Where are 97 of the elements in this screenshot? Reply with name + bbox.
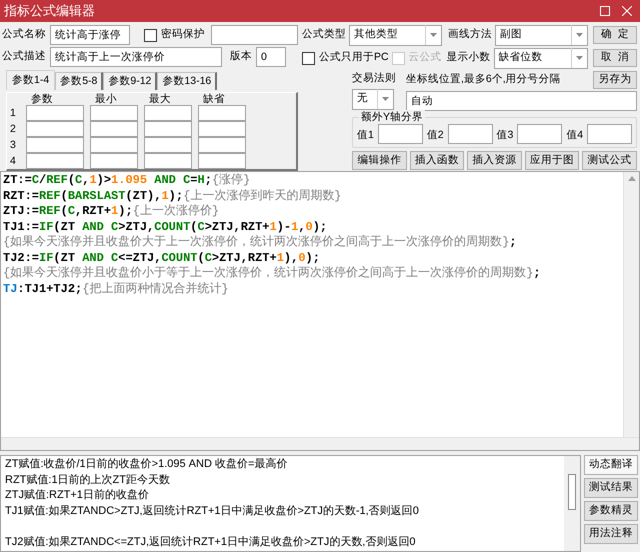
translation-line: TJ1赋值:如果ZTANDC>ZTJ,返回统计RZT+1日中满足收盘价>ZTJ的天数-1,否则返回0 <box>5 504 419 518</box>
text-field[interactable] <box>90 137 138 153</box>
checkbox-label: 密码保护 <box>161 27 205 42</box>
dropdown[interactable]: 其他类型 <box>349 24 442 46</box>
checkbox[interactable] <box>144 28 157 42</box>
horizontal-scrollbar[interactable] <box>1 437 639 450</box>
code-line: TJ:TJ1+TJ2;{把上面两种情况合并统计} <box>3 282 230 297</box>
text-field[interactable] <box>144 105 192 121</box>
vertical-scrollbar[interactable] <box>564 456 580 551</box>
text-field[interactable] <box>26 137 84 153</box>
field-label: 显示小数 <box>446 50 491 66</box>
button[interactable]: 插入资源 <box>467 151 522 170</box>
field-label: 公式描述 <box>2 49 46 64</box>
field-label: 交易法则 <box>352 71 396 86</box>
button[interactable]: 测试结果 <box>584 478 638 498</box>
row-number: 1 <box>10 106 17 121</box>
button[interactable]: 确 定 <box>593 26 637 44</box>
button[interactable]: 另存为 <box>593 71 637 89</box>
code-line: ZT:=C/REF(C,1)>1.095 AND C=H;{涨停} <box>3 173 252 188</box>
text-field[interactable]: 0 <box>256 47 286 67</box>
text-field[interactable] <box>90 105 138 121</box>
dropdown[interactable]: 缺省位数 <box>494 48 588 68</box>
text-field[interactable] <box>144 153 192 169</box>
dropdown[interactable]: 无 <box>352 88 394 110</box>
text-field[interactable] <box>448 124 492 144</box>
translation-line: RZT赋值:1日前的上次ZT距今天数 <box>5 472 170 488</box>
tab[interactable]: 参数9-12 <box>103 72 158 90</box>
button[interactable]: 插入函数 <box>410 151 464 170</box>
text-field[interactable] <box>211 25 298 45</box>
text-field[interactable] <box>378 124 423 144</box>
text-field[interactable] <box>587 124 632 144</box>
dropdown[interactable]: 副图 <box>495 24 588 46</box>
code-line: ZTJ:=REF(C,RZT+1);{上一次涨停价} <box>3 204 220 220</box>
text-field[interactable]: 自动 <box>406 91 637 111</box>
checkbox-label: 公式只用于PC <box>319 50 389 66</box>
row-number: 3 <box>10 138 17 153</box>
maximize-icon[interactable] <box>600 6 610 16</box>
caret-icon <box>382 97 389 102</box>
text-field[interactable] <box>144 137 192 153</box>
button[interactable]: 用法注释 <box>584 524 638 544</box>
field-label: 值3 <box>496 128 514 144</box>
text-field[interactable] <box>198 105 246 121</box>
code-line: TJ1:=IF(ZT AND C>ZTJ,COUNT(C>ZTJ,RZT+1)-1,0); <box>3 220 328 235</box>
code-line: {如果今天涨停并且收盘价大于上一次涨停价，统计两次涨停价之间高于上一次涨停价的周期数}; <box>3 235 518 250</box>
caret-icon <box>430 33 437 37</box>
text-field[interactable] <box>90 153 138 169</box>
tab[interactable]: 参数1-4 <box>6 70 56 90</box>
field-label: 值2 <box>426 128 444 144</box>
text-field[interactable]: 统计高于上一次涨停价 <box>50 47 222 67</box>
text-field[interactable]: 统计高于涨停 <box>50 25 130 45</box>
text-field[interactable] <box>517 124 562 144</box>
button[interactable]: 测试公式 <box>582 151 637 170</box>
row-number: 2 <box>10 122 17 137</box>
caret-icon <box>576 56 583 60</box>
text-field[interactable] <box>26 105 84 121</box>
field-label: 版本 <box>230 49 252 64</box>
field-label: 公式类型 <box>302 27 346 42</box>
field-label: 画线方法 <box>448 27 492 42</box>
code-line: {如果今天涨停并且收盘价小于等于上一次涨停价，统计两次涨停价之间高于上一次涨停价的周期数}; <box>3 266 542 282</box>
translation-line: ZT赋值:收盘价/1日前的收盘价>1.095 AND 收盘价=最高价 <box>5 457 288 472</box>
button[interactable]: 编辑操作 <box>352 151 407 170</box>
field-label: 公式名称 <box>2 27 46 42</box>
button[interactable]: 取 消 <box>593 49 637 67</box>
button[interactable]: 动态翻译 <box>584 455 638 475</box>
field-label: 值4 <box>566 128 584 144</box>
text-field[interactable] <box>144 121 192 137</box>
text-field[interactable] <box>198 121 246 137</box>
text-field[interactable] <box>198 137 246 153</box>
window-title: 指标公式编辑器 <box>4 2 95 20</box>
scroll-up-icon[interactable] <box>628 176 636 181</box>
tab[interactable]: 参数5-8 <box>55 72 104 90</box>
text-field[interactable] <box>90 121 138 137</box>
translation-line: ZTJ赋值:RZT+1日前的收盘价 <box>5 488 149 503</box>
code-line: TJ2:=IF(ZT AND C<=ZTJ,COUNT(C>ZTJ,RZT+1),0); <box>3 250 321 266</box>
vertical-scrollbar[interactable] <box>623 172 639 437</box>
field-label: 坐标线位置,最多6个,用分号分隔 <box>406 72 561 88</box>
translation-line: TJ2赋值:如果ZTANDC<=ZTJ,返回统计RZT+1日中满足收盘价>ZTJ的天数,否则返回0 <box>5 534 416 550</box>
close-icon[interactable] <box>622 6 632 16</box>
tab[interactable]: 参数13-16 <box>157 72 218 90</box>
column-header: 缺省 <box>202 94 226 105</box>
scroll-thumb[interactable] <box>568 474 576 510</box>
code-line: RZT:=REF(BARSLAST(ZT),1);{上一次涨停到昨天的周期数} <box>3 188 342 204</box>
text-field[interactable] <box>26 153 84 169</box>
row-number: 4 <box>10 154 17 169</box>
button[interactable]: 应用于图 <box>524 151 580 170</box>
column-header: 最小 <box>94 94 118 105</box>
text-field[interactable] <box>198 153 246 169</box>
checkbox-label: 云公式 <box>408 50 442 66</box>
column-header: 参数 <box>30 94 54 105</box>
field-label: 值1 <box>357 128 374 144</box>
code-editor[interactable] <box>0 171 640 451</box>
checkbox[interactable] <box>302 52 315 64</box>
column-header: 最大 <box>148 94 172 105</box>
caret-icon <box>576 33 583 37</box>
text-field[interactable] <box>26 121 84 137</box>
button[interactable]: 参数精灵 <box>584 501 638 521</box>
group-title: 额外Y轴分界 <box>359 110 426 124</box>
